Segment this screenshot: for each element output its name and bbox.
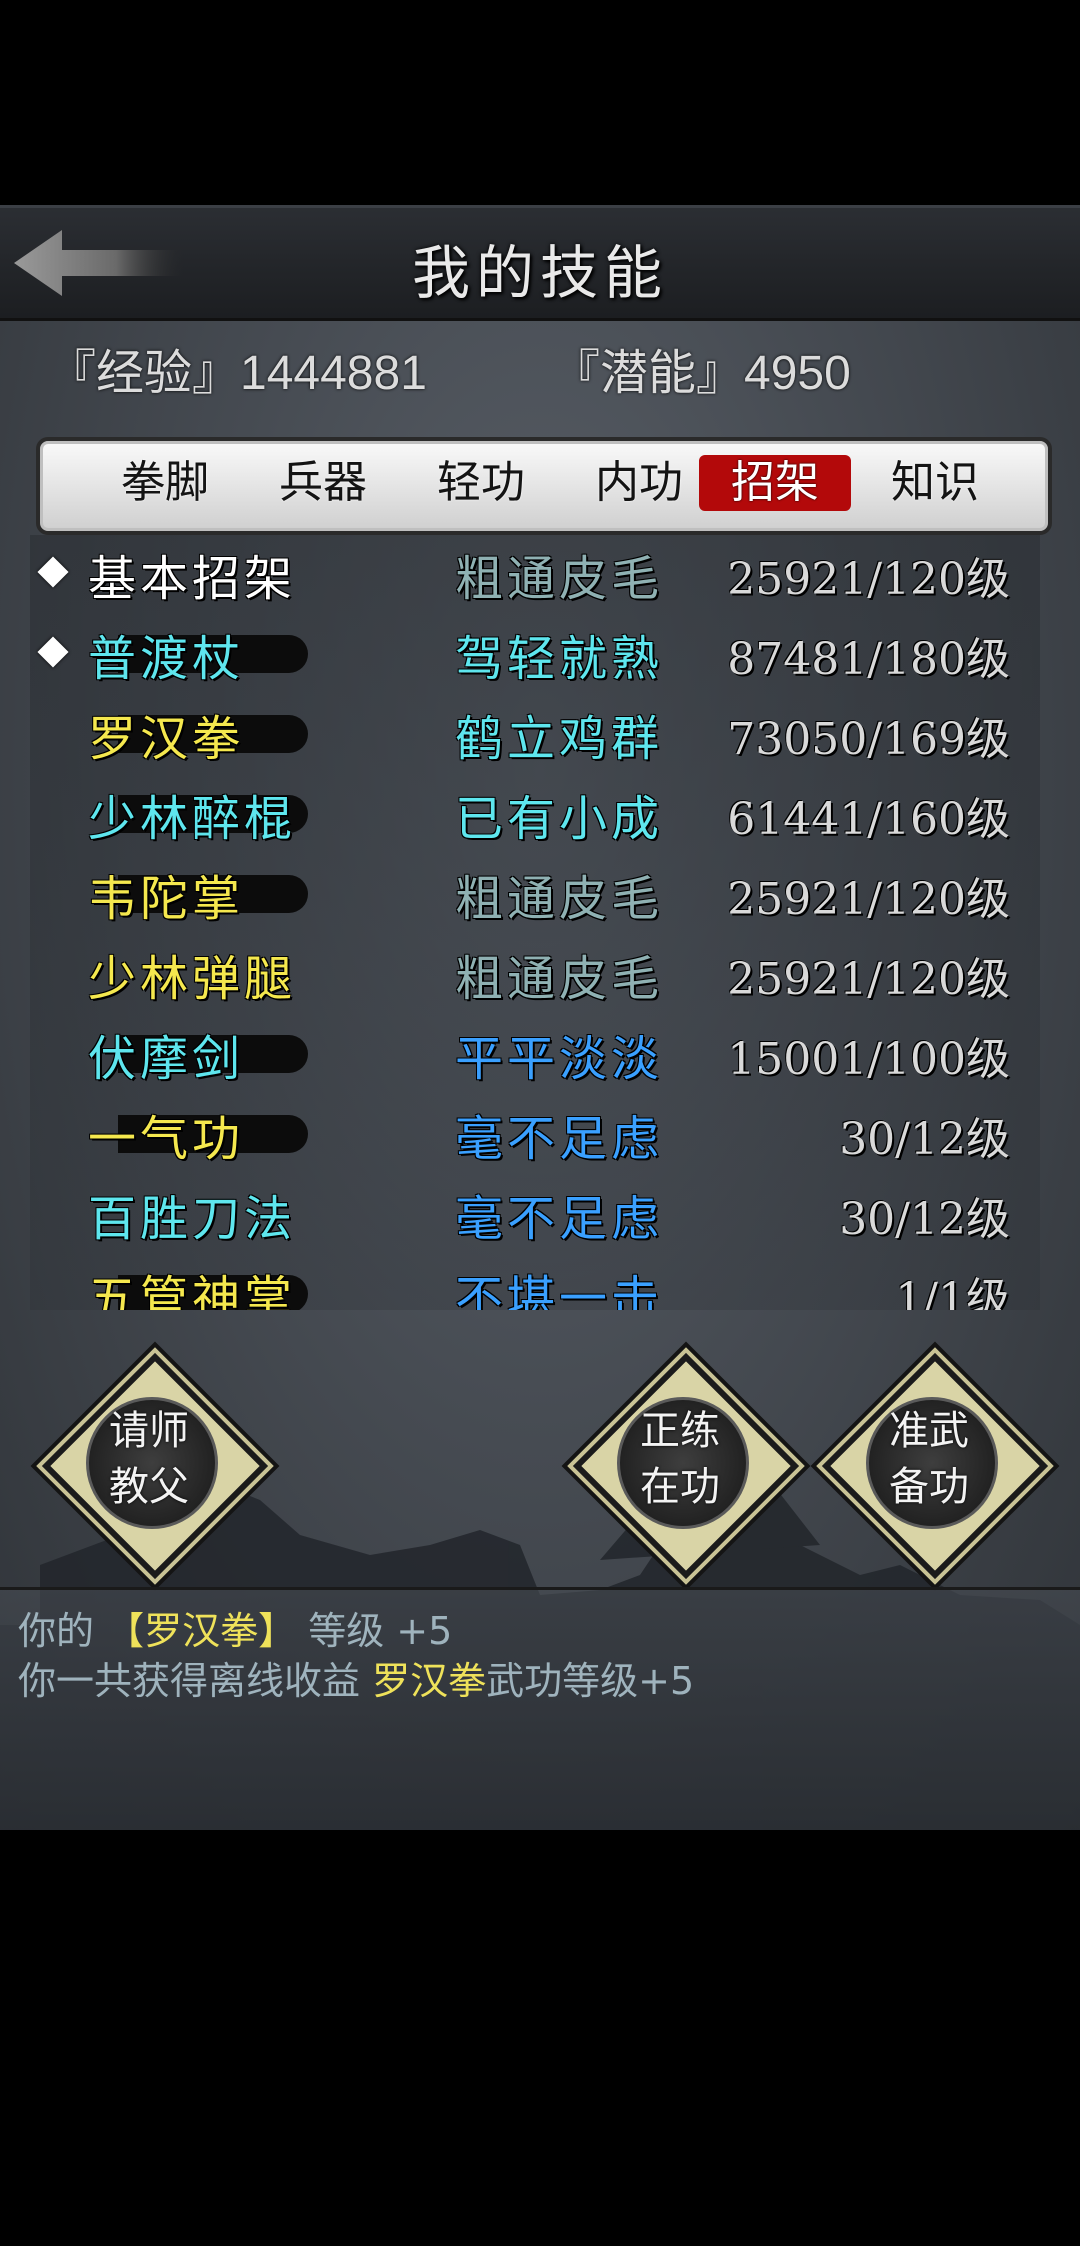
skill-row[interactable]: 普渡杖 驾轻就熟 87481/180级 (30, 615, 1040, 695)
message-line: 你一共获得离线收益 罗汉拳武功等级+5 (18, 1650, 694, 1705)
skill-rank: 毫不足虑 (455, 1191, 664, 1247)
button-label-line1: 正练 (640, 1408, 720, 1454)
skill-row[interactable]: 少林醉棍 已有小成 61441/160级 (30, 775, 1040, 855)
prepare-skill-button[interactable]: 准武 备功 (821, 1352, 1049, 1580)
skill-name: 伏摩剑 (88, 1031, 245, 1087)
skill-rank: 粗通皮毛 (455, 951, 664, 1007)
skill-name: 普渡杖 (88, 631, 245, 687)
skill-level: 61441/160级 (727, 794, 1010, 845)
skill-rank: 平平淡淡 (455, 1031, 664, 1087)
skill-name: 基本招架 (88, 551, 297, 607)
skill-row[interactable]: 一气功 毫不足虑 30/12级 (30, 1095, 1040, 1175)
skill-row[interactable]: 伏摩剑 平平淡淡 15001/100级 (30, 1015, 1040, 1095)
skill-level: 15001/100级 (727, 1034, 1010, 1085)
skill-name: 罗汉拳 (88, 711, 245, 767)
skill-row[interactable]: 基本招架 粗通皮毛 25921/120级 (30, 535, 1040, 615)
button-label-line2: 在功 (640, 1464, 720, 1510)
skill-rank: 已有小成 (455, 791, 664, 847)
header-bar: 我的技能 (0, 205, 1080, 321)
skill-level: 30/12级 (839, 1194, 1010, 1245)
message-text: 武功等级+5 (486, 1659, 695, 1703)
potential-value: 4950 (744, 347, 851, 400)
skill-row[interactable]: 韦陀掌 粗通皮毛 25921/120级 (30, 855, 1040, 935)
skill-list[interactable]: 基本招架 粗通皮毛 25921/120级 普渡杖 驾轻就熟 87481/180级… (30, 535, 1040, 1310)
skill-rank: 不堪一击 (455, 1271, 664, 1310)
skill-rank: 毫不足虑 (455, 1111, 664, 1167)
message-skill-highlight: 罗汉拳 (372, 1659, 487, 1703)
message-text: 等级 +5 (296, 1609, 453, 1653)
skill-rank: 粗通皮毛 (455, 551, 664, 607)
skill-row[interactable]: 五管神掌 不堪一击 1/1级 (30, 1255, 1040, 1310)
skill-rank: 粗通皮毛 (455, 871, 664, 927)
skill-rank: 驾轻就熟 (455, 631, 664, 687)
message-text: 你的 (18, 1609, 107, 1653)
equipped-marker-icon (37, 636, 69, 668)
skill-level: 1/1级 (895, 1274, 1010, 1310)
skill-level: 73050/169级 (727, 714, 1010, 765)
tab-neigong[interactable]: 内功 (563, 455, 715, 511)
skills-screen: 我的技能 『经验』1444881 『潜能』4950 拳脚 兵器 轻功 内功 招架… (0, 205, 1080, 1830)
skill-level: 25921/120级 (727, 874, 1010, 925)
button-label-line1: 请师 (109, 1408, 189, 1454)
skill-name: 百胜刀法 (88, 1191, 297, 1247)
practice-skill-button[interactable]: 正练 在功 (572, 1352, 800, 1580)
skill-level: 25921/120级 (727, 954, 1010, 1005)
tab-qinggong[interactable]: 轻功 (405, 455, 557, 511)
tab-zhishi[interactable]: 知识 (859, 455, 1011, 511)
potential-stat: 『潜能』4950 (552, 333, 851, 403)
tab-quanjiao[interactable]: 拳脚 (89, 455, 241, 511)
skill-row[interactable]: 百胜刀法 毫不足虑 30/12级 (30, 1175, 1040, 1255)
page-title: 我的技能 (411, 239, 668, 307)
potential-label: 『潜能』 (552, 345, 745, 401)
button-label-line2: 备功 (889, 1464, 969, 1510)
message-log: 你的 【罗汉拳】 等级 +5 你一共获得离线收益 罗汉拳武功等级+5 (0, 1587, 1080, 1830)
skill-name: 少林弹腿 (88, 951, 297, 1007)
tab-bingqi[interactable]: 兵器 (247, 455, 399, 511)
tab-zhaojia[interactable]: 招架 (699, 455, 851, 511)
button-label-line1: 准武 (889, 1408, 969, 1454)
skill-level: 87481/180级 (727, 634, 1010, 685)
skill-level: 25921/120级 (727, 554, 1010, 605)
button-label-line2: 教父 (109, 1464, 189, 1510)
skill-level: 30/12级 (839, 1114, 1010, 1165)
experience-stat: 『经验』1444881 (48, 333, 427, 403)
skill-name: 少林醉棍 (88, 791, 297, 847)
skill-row[interactable]: 罗汉拳 鹤立鸡群 73050/169级 (30, 695, 1040, 775)
skill-row[interactable]: 少林弹腿 粗通皮毛 25921/120级 (30, 935, 1040, 1015)
message-text: 你一共获得离线收益 (18, 1659, 373, 1703)
skill-category-tabs: 拳脚 兵器 轻功 内功 招架 知识 (36, 437, 1052, 535)
skill-name: 韦陀掌 (88, 871, 245, 927)
skill-rank: 鹤立鸡群 (455, 711, 664, 767)
experience-label: 『经验』 (48, 345, 241, 401)
ask-master-button[interactable]: 请师 教父 (41, 1352, 269, 1580)
skill-name: 五管神掌 (88, 1271, 297, 1310)
message-skill-highlight: 【罗汉拳】 (106, 1609, 297, 1653)
equipped-marker-icon (37, 556, 69, 588)
experience-value: 1444881 (240, 347, 427, 400)
message-line: 你的 【罗汉拳】 等级 +5 (18, 1600, 452, 1655)
skill-name: 一气功 (88, 1111, 245, 1167)
